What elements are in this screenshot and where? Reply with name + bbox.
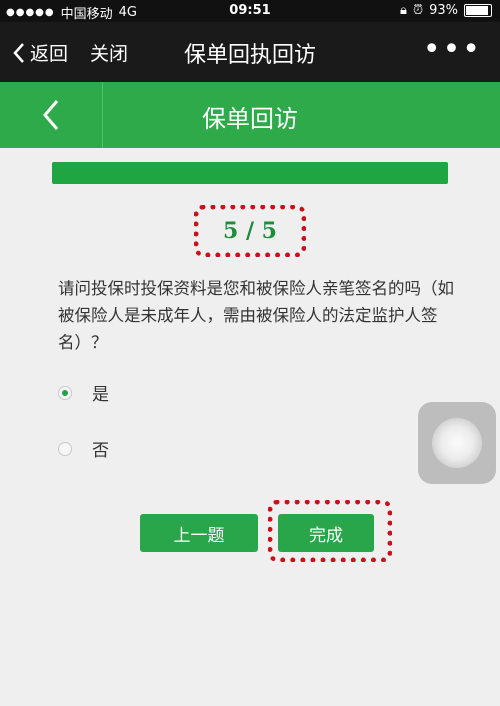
battery-icon: [464, 4, 492, 17]
option-label: 否: [92, 441, 109, 461]
status-right: 🔒︎ ⏰︎ 93%: [400, 3, 492, 18]
option-no[interactable]: 否: [58, 436, 109, 461]
question-text: 请问投保时投保资料是您和被保险人亲笔签名的吗（如被保险人是未成年人，需由被保险人…: [58, 279, 454, 352]
alarm-icon: ⏰︎: [412, 3, 424, 18]
page-title: 保单回访: [202, 105, 298, 133]
finish-button[interactable]: 完成: [278, 514, 374, 552]
radio-unchecked-icon[interactable]: [58, 441, 72, 456]
progress-fill: [52, 162, 448, 184]
nav-bar: 返回 关闭 保单回执回访 •••: [0, 22, 500, 82]
status-bar: ●●●●● 中国移动 4G 09:51 🔒︎ ⏰︎ 93%: [0, 0, 500, 22]
survey-content: 5 / 5 请问投保时投保资料是您和被保险人亲笔签名的吗（如被保险人是未成年人，…: [0, 148, 500, 706]
radio-checked-icon[interactable]: [58, 385, 72, 400]
option-label: 是: [92, 385, 109, 405]
rotation-lock-icon: 🔒︎: [400, 3, 407, 18]
more-menu-button[interactable]: •••: [423, 32, 482, 67]
page-header: 保单回访: [0, 82, 500, 148]
battery-percent: 93%: [429, 3, 458, 18]
question-counter: 5 / 5: [194, 205, 306, 257]
option-yes[interactable]: 是: [58, 380, 109, 405]
progress-bar: [52, 162, 448, 184]
assistive-touch-icon: [432, 418, 482, 468]
assistive-touch-button[interactable]: [418, 402, 496, 484]
battery-fill: [466, 6, 489, 15]
previous-question-button[interactable]: 上一题: [140, 514, 258, 552]
